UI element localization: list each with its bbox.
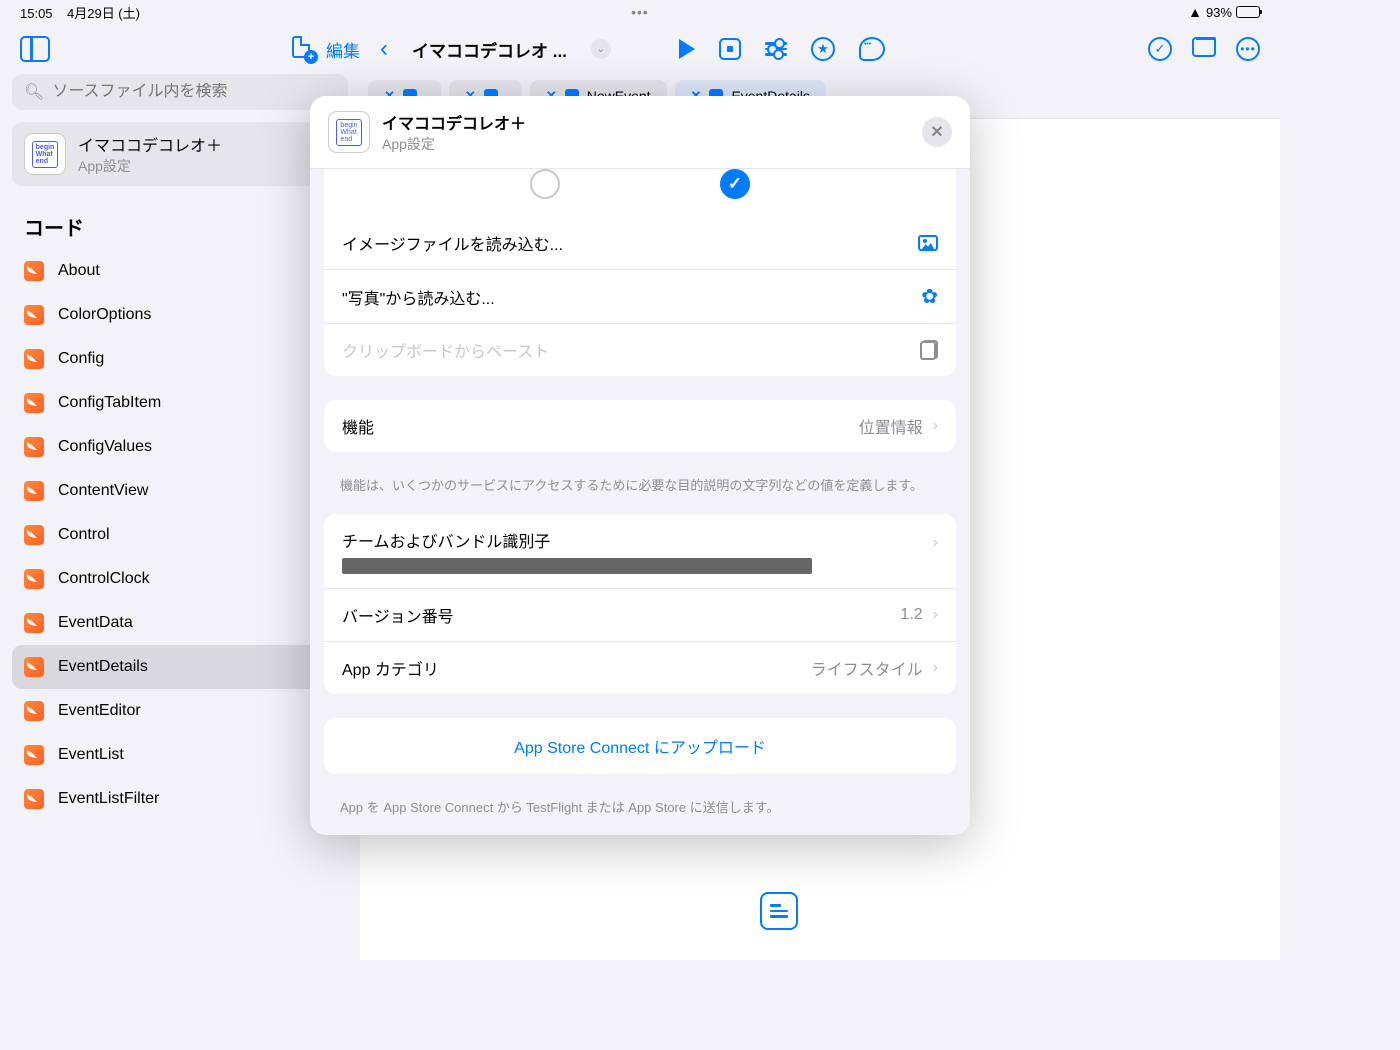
chevron-right-icon: › xyxy=(933,606,938,624)
capability-footer: 機能は、いくつかのサービスにアクセスするために必要な目的説明の文字列などの値を定… xyxy=(310,476,970,514)
photos-app-icon: ✿ xyxy=(921,284,938,309)
modal-subtitle: App設定 xyxy=(382,134,526,154)
paste-row: クリップボードからペースト xyxy=(324,324,956,376)
chevron-right-icon: › xyxy=(933,659,938,677)
modal-title: イマココデコレオ＋ xyxy=(382,110,526,134)
icon-option-checked[interactable]: ✓ xyxy=(720,169,750,199)
team-bundle-row[interactable]: チームおよびバンドル識別子 › xyxy=(324,514,956,589)
photo-icon xyxy=(918,235,938,251)
redacted-bundle-id xyxy=(342,558,812,574)
upload-footer: App を App Store Connect から TestFlight また… xyxy=(310,798,970,836)
upload-button[interactable]: App Store Connect にアップロード xyxy=(324,718,956,774)
clipboard-icon xyxy=(920,340,938,360)
document-outline-icon[interactable] xyxy=(760,892,798,930)
version-row[interactable]: バージョン番号 1.2 › xyxy=(324,589,956,642)
category-row[interactable]: App カテゴリ ライフスタイル › xyxy=(324,642,956,694)
icon-option-unchecked[interactable] xyxy=(530,169,560,199)
modal-app-icon: beginWhatend xyxy=(328,111,370,153)
load-image-row[interactable]: イメージファイルを読み込む... xyxy=(324,217,956,270)
chevron-right-icon: › xyxy=(933,534,938,552)
capability-row[interactable]: 機能 位置情報 › xyxy=(324,400,956,452)
close-icon[interactable]: ✕ xyxy=(922,117,952,147)
load-photo-row[interactable]: "写真"から読み込む... ✿ xyxy=(324,270,956,324)
app-settings-modal: beginWhatend イマココデコレオ＋ App設定 ✕ ✓ イメージファイ… xyxy=(310,96,970,835)
chevron-right-icon: › xyxy=(933,417,938,435)
